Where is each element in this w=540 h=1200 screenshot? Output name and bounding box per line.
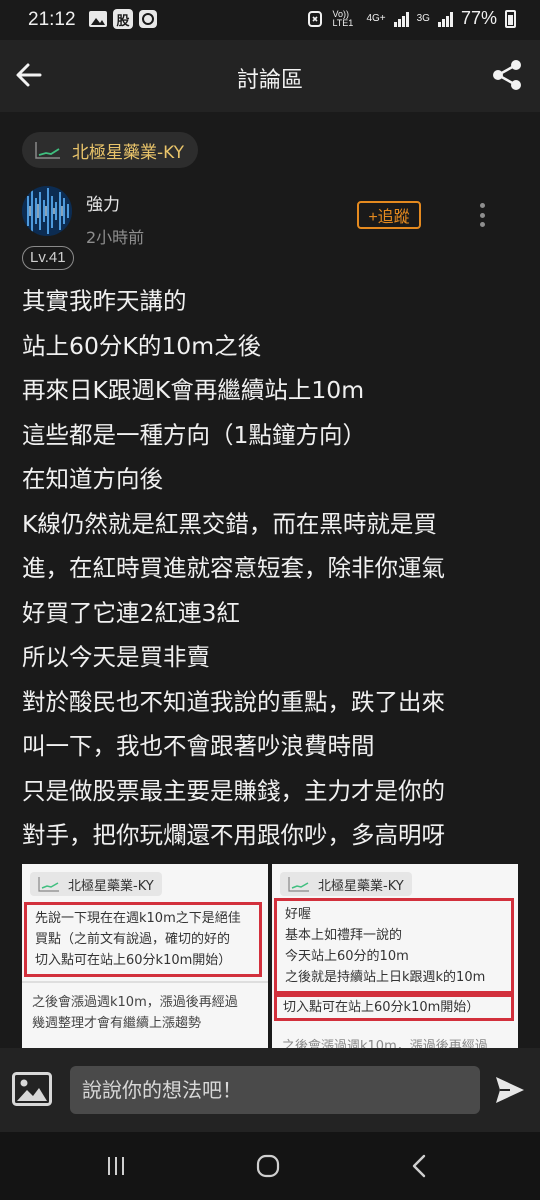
post-line: 在知道方向後	[22, 465, 163, 493]
more-options-icon[interactable]	[472, 200, 492, 230]
shot-stock-label: 北極星藥業-KY	[318, 878, 404, 894]
attached-image-2[interactable]: 北極星藥業-KY 好喔 基本上如禮拜一說的 今天站上60分的10m 之後就是持續…	[272, 864, 518, 1048]
post-line: K線仍然就是紅黑交錯，而在黑時就是買	[22, 509, 437, 538]
shot-line: 買點（之前文有說過，確切的好的	[35, 932, 231, 947]
post-time: 2小時前	[86, 228, 145, 247]
level-badge: Lv.41	[22, 246, 74, 270]
stock-chip-label: 北極星藥業-KY	[72, 142, 185, 163]
battery-percent: 77%	[460, 8, 497, 28]
post-line: 只是做股票最主要是賺錢，主力才是你的	[22, 776, 445, 805]
stock-chart-icon	[35, 142, 60, 159]
app-bar: 討論區	[0, 40, 540, 112]
post-line: 站上60分K的10m之後	[22, 331, 262, 360]
home-icon[interactable]	[256, 1154, 280, 1178]
shot-line: 之後會漲過週k10m，漲過後再經過	[282, 1039, 488, 1048]
post-body: 其實我昨天講的 站上60分K的10m之後 再來日K跟週K會再繼續站上10m 這些…	[22, 279, 522, 858]
shot-line: 好喔	[285, 907, 312, 922]
post-line: 進，在紅時買進就容意短套，除非你運氣	[22, 554, 445, 582]
status-time: 21:12	[28, 9, 76, 30]
status-bar: 21:12 股 Vo)) LTE1 4G+ 3G 77%	[0, 0, 540, 40]
comment-input[interactable]: 說說你的想法吧！	[70, 1066, 480, 1114]
signal-icon	[393, 11, 409, 27]
shot-highlight-box: 好喔 基本上如禮拜一說的 今天站上60分的10m 之後就是持續站上日k跟週k的1…	[274, 898, 514, 994]
system-icons: Vo)) LTE1 4G+ 3G 77%	[306, 8, 516, 29]
post-line: 所以今天是買非賣	[22, 643, 210, 671]
shot-line: 切入點可在站上60分k10m開始）	[283, 1000, 480, 1015]
shot-line: 幾週整理才會有繼續上漲趨勢	[32, 1016, 202, 1031]
post-line: 對於酸民也不知道我說的重點，跌了出來	[22, 687, 445, 716]
attached-images: 北極星藥業-KY 先說一下現在在週k10m之下是絕佳 買點（之前文有說過，確切的…	[22, 864, 518, 1048]
shot-line: 基本上如禮拜一說的	[285, 928, 403, 943]
notification-icons: 股	[88, 9, 158, 29]
share-icon[interactable]	[490, 58, 524, 92]
shot-stock-chip: 北極星藥業-KY	[30, 872, 162, 896]
send-icon[interactable]	[494, 1074, 526, 1106]
stock-chip[interactable]: 北極星藥業-KY	[22, 132, 199, 168]
post-line: 這些都是一種方向（1點鐘方向）	[22, 420, 366, 449]
follow-button[interactable]: +追蹤	[357, 201, 421, 229]
image-icon[interactable]	[12, 1072, 52, 1106]
avatar[interactable]	[22, 186, 72, 236]
comment-composer: 說說你的想法吧！	[0, 1048, 540, 1132]
post-line: 好買了它連2紅連3紅	[22, 598, 240, 627]
shot-highlight-box: 先說一下現在在週k10m之下是絕佳 買點（之前文有說過，確切的好的 切入點可在站…	[24, 902, 262, 977]
shot-line: 之後會漲過週k10m，漲過後再經過	[32, 995, 238, 1010]
stock-chart-icon	[288, 877, 309, 892]
image-notification-icon	[89, 11, 107, 27]
shot-stock-label: 北極星藥業-KY	[68, 878, 154, 894]
system-nav-bar	[0, 1132, 540, 1200]
avatar-image-icon	[22, 186, 72, 236]
shot-line: 之後就是持續站上日k跟週k的10m	[285, 970, 486, 985]
stock-app-icon: 股	[113, 9, 133, 29]
shot-line: 今天站上60分的10m	[285, 949, 409, 964]
shot-line: 切入點可在站上60分k10m開始）	[35, 953, 232, 968]
shot-divider	[22, 981, 268, 983]
post-line: 對手，把你玩爛還不用跟你吵，多高明呀	[22, 821, 445, 849]
shot-line: 先說一下現在在週k10m之下是絕佳	[35, 911, 241, 926]
post-line: 其實我昨天講的	[22, 287, 187, 315]
stock-chart-icon	[38, 877, 59, 892]
signal-2-icon	[437, 11, 453, 27]
network-label: Vo)) LTE1	[332, 8, 354, 28]
app-notification-icon	[139, 10, 157, 28]
attached-image-1[interactable]: 北極星藥業-KY 先說一下現在在週k10m之下是絕佳 買點（之前文有說過，確切的…	[22, 864, 268, 1048]
shot-stock-chip: 北極星藥業-KY	[280, 872, 412, 896]
shot-plain-text: 之後會漲過週k10m，漲過後再經過 幾週整理才會有繼續上漲趨勢	[24, 992, 246, 1034]
author-name[interactable]: 強力	[86, 190, 120, 215]
post-line: 叫一下，我也不會跟著吵浪費時間	[22, 732, 375, 760]
post-line: 再來日K跟週K會再繼續站上10m	[22, 376, 365, 404]
nav-back-icon[interactable]	[408, 1154, 432, 1178]
page-title: 討論區	[236, 68, 303, 93]
network-type-label: 4G+	[366, 13, 386, 24]
post-content: 北極星藥業-KY 強力 2小時前 Lv.41 +追蹤 其實我昨天講的 站上60分…	[0, 112, 540, 1048]
shot-plain-text: 之後會漲過週k10m，漲過後再經過	[274, 1036, 496, 1048]
network-type-2-label: 3G	[416, 13, 430, 24]
shot-highlight-box-2: 切入點可在站上60分k10m開始）	[274, 994, 514, 1021]
alarm-icon	[308, 10, 323, 27]
battery-icon	[505, 9, 516, 28]
recent-apps-icon[interactable]	[104, 1154, 128, 1178]
